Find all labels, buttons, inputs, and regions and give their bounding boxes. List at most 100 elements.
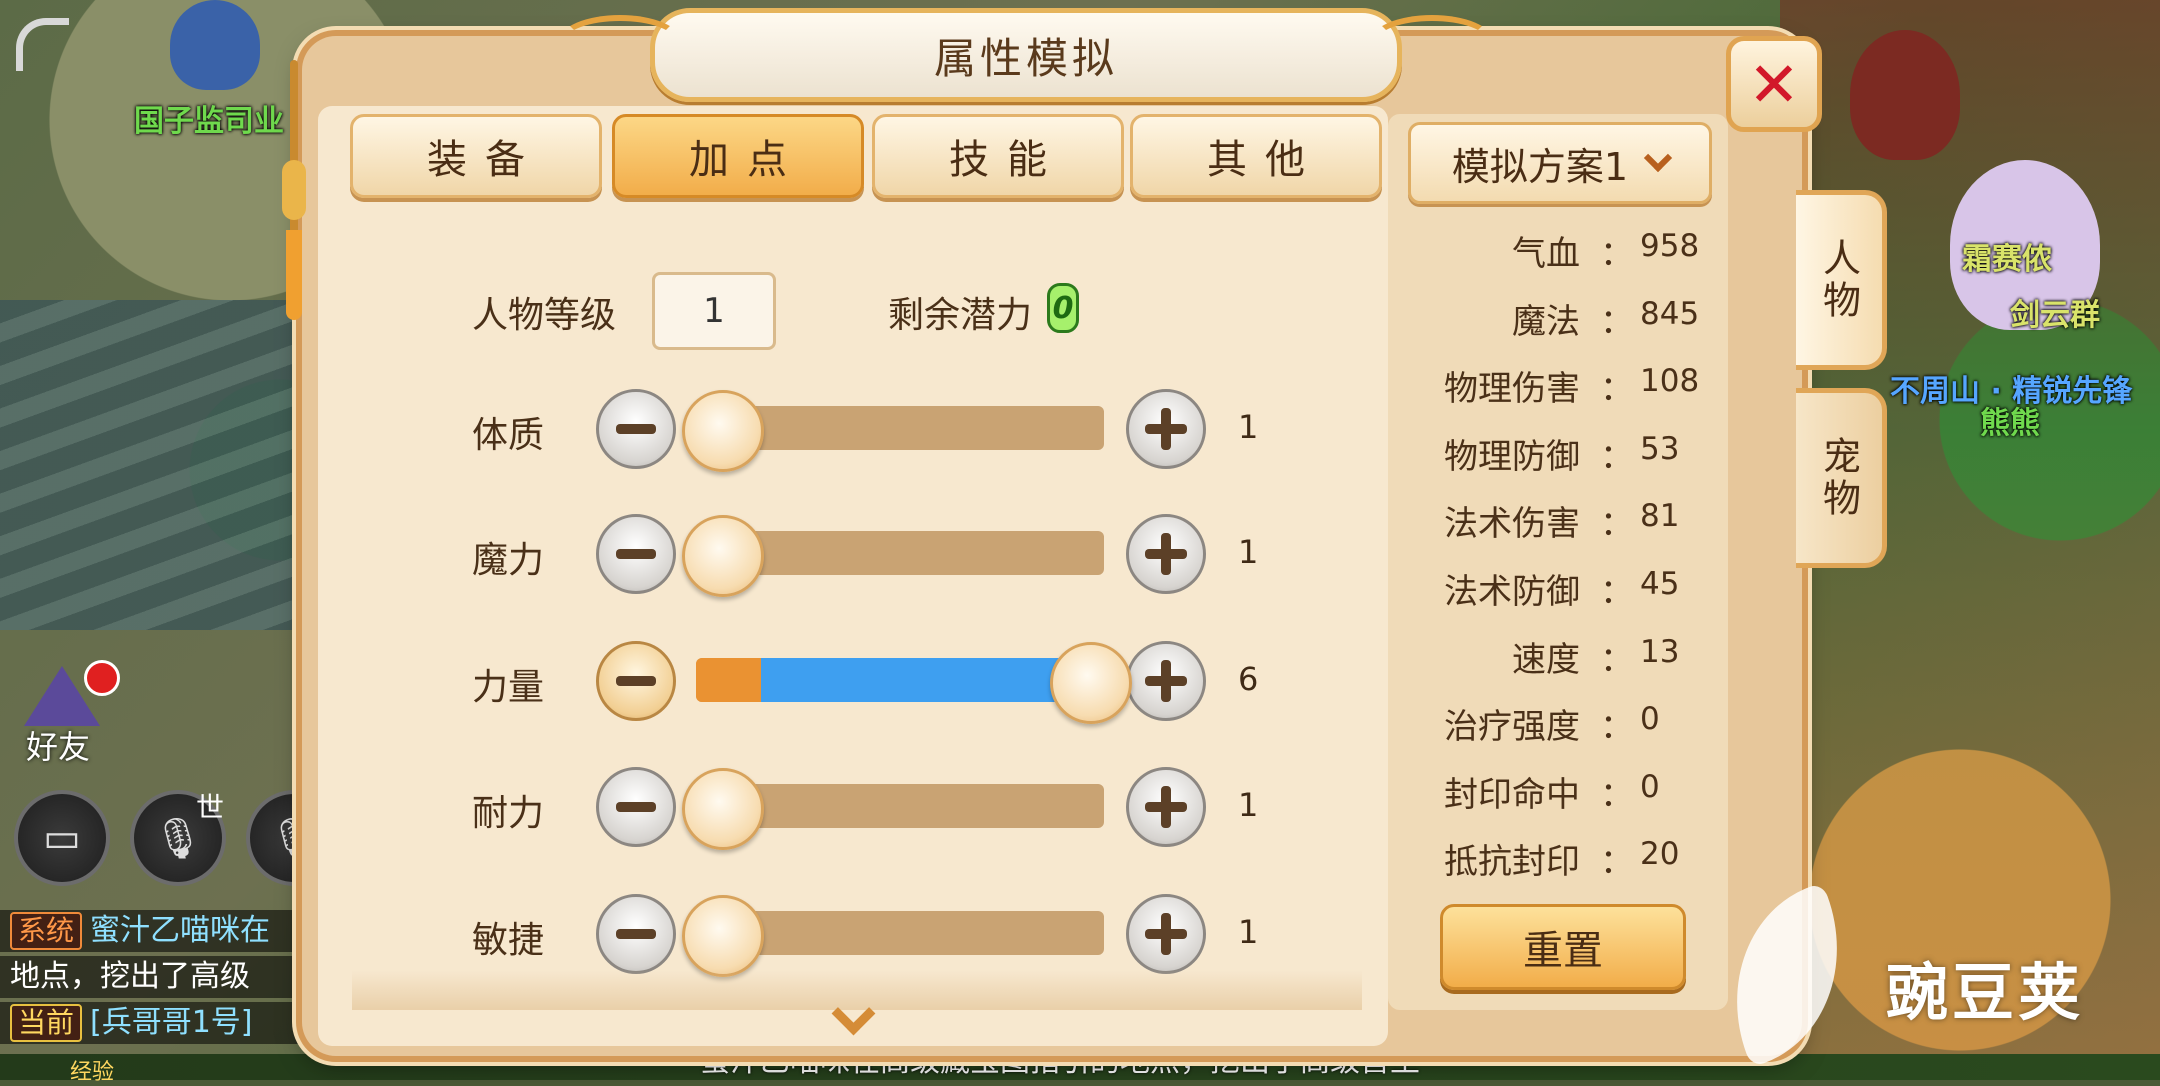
friend-label: 好友 bbox=[26, 728, 91, 766]
chat-line[interactable]: 当前 [兵哥哥1号] bbox=[0, 1002, 320, 1044]
attribute-value: 53 bbox=[1640, 431, 1680, 467]
stat-plus-button[interactable] bbox=[1126, 767, 1206, 847]
stat-minus-button[interactable] bbox=[596, 894, 676, 974]
attribute-colon: ： bbox=[1600, 572, 1634, 612]
remaining-potential-label: 剩余潜力 bbox=[888, 295, 1033, 336]
npc-label[interactable]: 国子监司业 bbox=[134, 96, 284, 140]
back-arc-icon[interactable] bbox=[16, 18, 69, 71]
chat-button[interactable]: ▭ bbox=[14, 790, 110, 886]
chat-tag-system: 系统 bbox=[10, 912, 83, 950]
attribute-row: 治疗强度 ： 0 bbox=[1400, 699, 1730, 755]
stat-slider-knob[interactable] bbox=[1049, 642, 1132, 724]
tab-add-points[interactable]: 加点 bbox=[612, 114, 864, 198]
attribute-row: 抵抗封印 ： 20 bbox=[1400, 834, 1730, 890]
stat-slider-track[interactable] bbox=[696, 658, 1104, 702]
stat-label: 力量 bbox=[472, 667, 545, 708]
voice-world-label: 世 bbox=[196, 791, 225, 824]
attribute-name: 治疗强度 bbox=[1444, 707, 1580, 747]
friend-avatar-button[interactable]: 好友 bbox=[12, 660, 120, 766]
tab-skills[interactable]: 技能 bbox=[872, 114, 1124, 198]
chat-text: [兵哥哥1号] bbox=[90, 1005, 253, 1040]
plus-icon bbox=[1145, 533, 1187, 575]
attribute-value: 0 bbox=[1640, 769, 1660, 805]
stat-value: 1 bbox=[1238, 786, 1259, 824]
attribute-name: 物理防御 bbox=[1444, 437, 1580, 477]
reset-button[interactable]: 重置 bbox=[1440, 904, 1686, 990]
attribute-name: 速度 bbox=[1512, 640, 1580, 680]
chat-text: 蜜汁乙喵咪在 bbox=[90, 913, 271, 948]
attribute-colon: ： bbox=[1600, 842, 1634, 882]
plus-icon bbox=[1145, 660, 1187, 702]
attribute-row: 法术防御 ： 45 bbox=[1400, 564, 1730, 620]
npc-figure-right bbox=[1850, 30, 1960, 160]
side-tab-label: 宠物 bbox=[1816, 436, 1861, 520]
tassel-decoration bbox=[282, 60, 306, 320]
attribute-name: 封印命中 bbox=[1444, 775, 1580, 815]
stat-plus-button[interactable] bbox=[1126, 514, 1206, 594]
attribute-value: 45 bbox=[1640, 566, 1680, 602]
attribute-name: 法术防御 bbox=[1444, 572, 1580, 612]
stat-slider-knob[interactable] bbox=[682, 390, 765, 472]
attribute-value: 845 bbox=[1640, 296, 1700, 332]
minus-icon bbox=[616, 676, 656, 686]
npc-label[interactable]: 剑云群 bbox=[2010, 290, 2100, 334]
scroll-down-icon[interactable] bbox=[832, 996, 872, 1036]
attribute-row: 物理防御 ： 53 bbox=[1400, 429, 1730, 485]
attribute-row: 魔法 ： 845 bbox=[1400, 294, 1730, 350]
side-tab-pet[interactable]: 宠物 bbox=[1796, 388, 1887, 568]
stat-value: 1 bbox=[1238, 408, 1259, 446]
attribute-row: 气血 ： 958 bbox=[1400, 226, 1730, 282]
tab-other[interactable]: 其他 bbox=[1130, 114, 1382, 198]
stat-minus-button[interactable] bbox=[596, 514, 676, 594]
attribute-colon: ： bbox=[1600, 707, 1634, 747]
stat-slider-knob[interactable] bbox=[682, 515, 765, 597]
attribute-value: 20 bbox=[1640, 836, 1680, 872]
chat-line[interactable]: 系统 蜜汁乙喵咪在 bbox=[0, 910, 320, 952]
close-button[interactable]: ✕ bbox=[1726, 36, 1822, 132]
stat-label: 敏捷 bbox=[472, 920, 545, 961]
pea-leaf-icon bbox=[1700, 882, 1874, 1068]
stat-plus-button[interactable] bbox=[1126, 641, 1206, 721]
stat-slider-added-fill bbox=[761, 658, 1088, 702]
plus-icon bbox=[1145, 913, 1187, 955]
side-tab-character[interactable]: 人物 bbox=[1796, 190, 1887, 370]
stat-value: 1 bbox=[1238, 913, 1259, 951]
plus-icon bbox=[1145, 786, 1187, 828]
panel-title: 属性模拟 bbox=[933, 33, 1118, 83]
chat-bubble-icon: ▭ bbox=[43, 815, 81, 861]
plus-icon bbox=[1145, 408, 1187, 450]
close-icon: ✕ bbox=[1748, 47, 1800, 121]
plan-selector-dropdown[interactable]: 模拟方案1 bbox=[1408, 122, 1712, 204]
minus-icon bbox=[616, 802, 656, 812]
side-tab-label: 人物 bbox=[1816, 238, 1861, 322]
attribute-row: 封印命中 ： 0 bbox=[1400, 767, 1730, 823]
voice-world-button[interactable]: 🎙 世 bbox=[130, 790, 226, 886]
character-level-input[interactable]: 1 bbox=[652, 272, 776, 350]
stat-minus-button[interactable] bbox=[596, 767, 676, 847]
attribute-name: 物理伤害 bbox=[1444, 369, 1580, 409]
attribute-colon: ： bbox=[1600, 234, 1634, 274]
stat-plus-button[interactable] bbox=[1126, 894, 1206, 974]
chat-tag-current: 当前 bbox=[10, 1004, 83, 1042]
stat-label: 耐力 bbox=[472, 793, 545, 834]
npc-label[interactable]: 熊熊 bbox=[1980, 398, 2040, 442]
npc-label[interactable]: 霜赛侬 bbox=[1962, 234, 2052, 278]
stat-minus-button[interactable] bbox=[596, 389, 676, 469]
chat-line[interactable]: 地点，挖出了高级 bbox=[0, 956, 320, 998]
attribute-name: 法术伤害 bbox=[1444, 504, 1580, 544]
chevron-down-icon bbox=[1643, 143, 1673, 173]
stat-value: 1 bbox=[1238, 533, 1259, 571]
minus-icon bbox=[616, 929, 656, 939]
tab-equipment[interactable]: 装备 bbox=[350, 114, 602, 198]
scene-wall bbox=[0, 300, 320, 630]
attribute-row: 法术伤害 ： 81 bbox=[1400, 496, 1730, 552]
attribute-row: 物理伤害 ： 108 bbox=[1400, 361, 1730, 417]
watermark-logo: 豌豆荚 bbox=[1700, 882, 2136, 1068]
stat-minus-button[interactable] bbox=[596, 641, 676, 721]
stat-slider-knob[interactable] bbox=[682, 895, 765, 977]
attribute-name: 魔法 bbox=[1512, 302, 1580, 342]
attribute-colon: ： bbox=[1600, 369, 1634, 409]
stat-plus-button[interactable] bbox=[1126, 389, 1206, 469]
stat-slider-knob[interactable] bbox=[682, 768, 765, 850]
attribute-value: 13 bbox=[1640, 634, 1680, 670]
